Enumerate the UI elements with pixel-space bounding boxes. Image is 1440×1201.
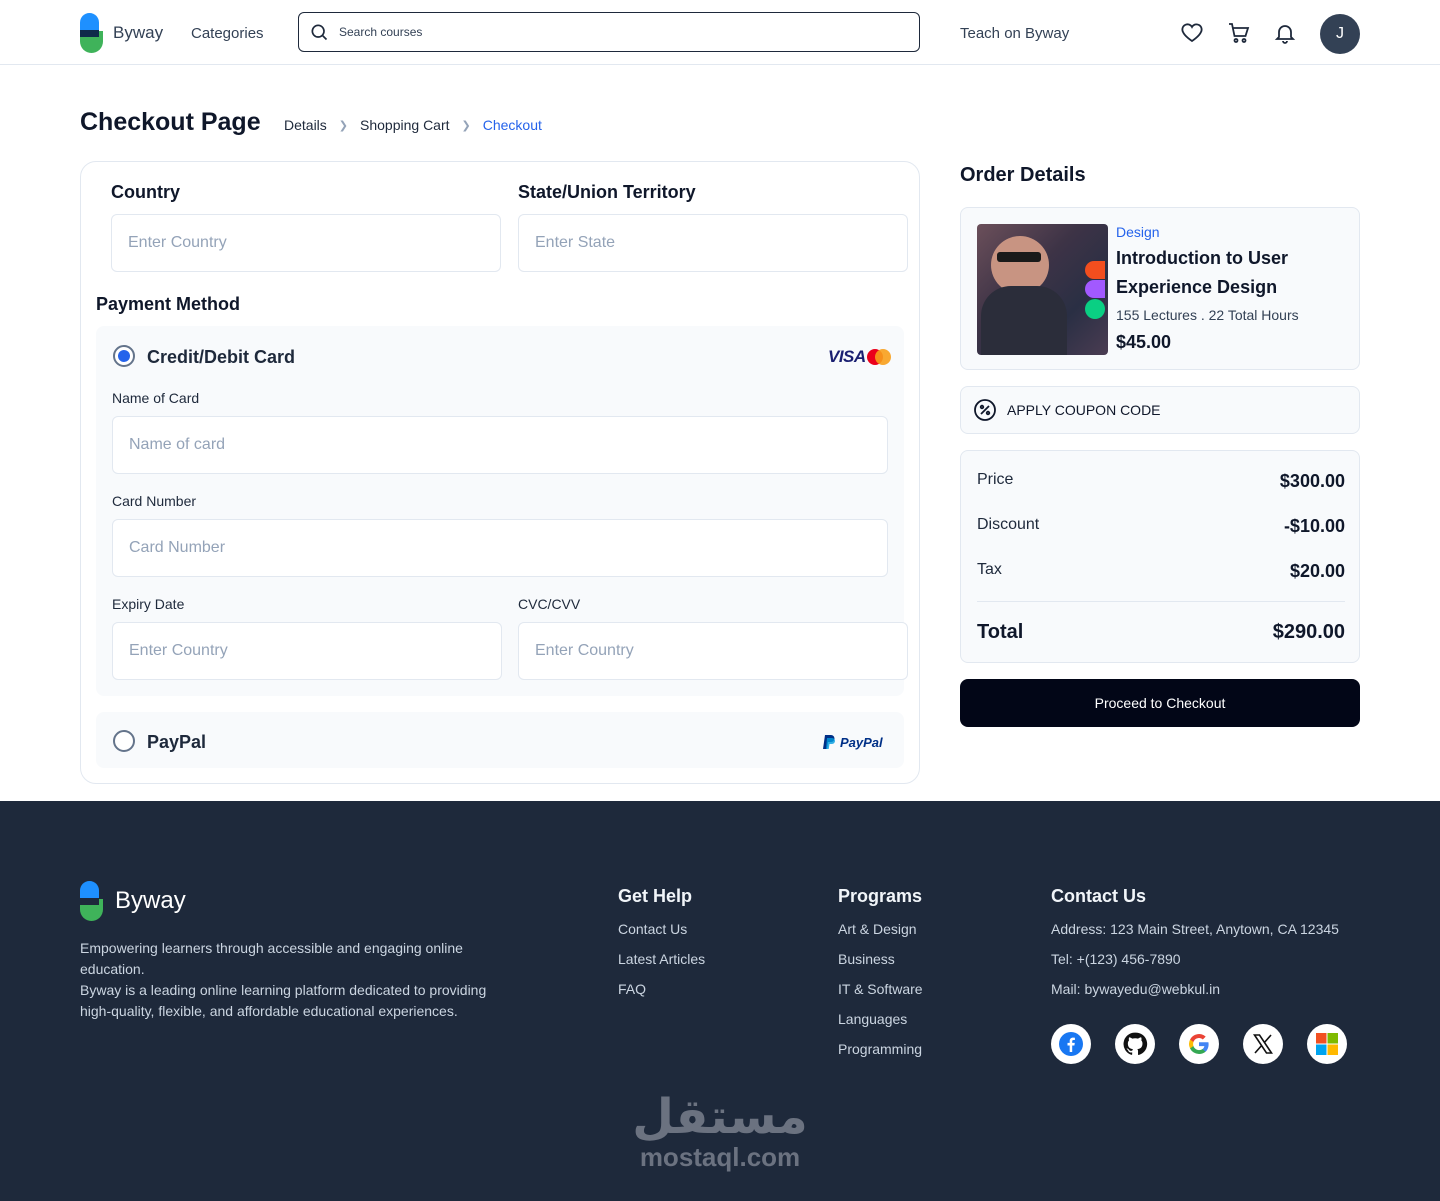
- chevron-right-icon: ❯: [461, 119, 471, 132]
- card-option-label: Credit/Debit Card: [147, 347, 296, 367]
- footer-link-programming[interactable]: Programming: [838, 1041, 922, 1057]
- summary-row-price: Price $300.00: [977, 471, 1345, 492]
- visa-logo-text: VISA: [828, 347, 866, 366]
- cvc-field[interactable]: [518, 622, 908, 680]
- state-label: State/Union Territory: [518, 182, 696, 202]
- summary-label: Discount: [977, 516, 1040, 533]
- heart-icon[interactable]: [1180, 21, 1204, 45]
- breadcrumb-details[interactable]: Details: [284, 117, 327, 133]
- summary-value: $20.00: [1289, 561, 1345, 581]
- brand-name: Byway: [113, 23, 164, 42]
- watermark-arabic: مستقل: [632, 1089, 808, 1145]
- summary-label: Price: [977, 471, 1014, 488]
- footer-description-line: Empowering learners through accessible a…: [80, 940, 463, 977]
- x-icon[interactable]: [1243, 1024, 1283, 1064]
- card-number-field[interactable]: [112, 519, 888, 577]
- price-summary: Price $300.00 Discount -$10.00 Tax $20.0…: [960, 450, 1360, 663]
- footer: Byway Empowering learners through access…: [0, 801, 1440, 1201]
- mastercard-icon: [866, 349, 891, 365]
- total-value: $290.00: [1272, 621, 1345, 643]
- cvc-label: CVC/CVV: [518, 596, 581, 612]
- expiry-date-field[interactable]: [112, 622, 502, 680]
- course-price: $45.00: [1116, 332, 1172, 352]
- visa-mastercard-icon: VISA: [828, 347, 892, 367]
- footer-link-languages[interactable]: Languages: [838, 1011, 907, 1027]
- paypal-logo-text: PayPal: [840, 734, 883, 750]
- google-icon[interactable]: [1179, 1024, 1219, 1064]
- discount-percent-icon: [974, 399, 996, 421]
- name-on-card-label: Name of Card: [112, 390, 200, 406]
- order-details-title: Order Details: [960, 164, 1086, 186]
- apply-coupon-button[interactable]: APPLY COUPON CODE: [960, 386, 1360, 434]
- programs-title: Programs: [838, 886, 923, 906]
- contact-address: Address: 123 Main Street, Anytown, CA 12…: [1051, 921, 1339, 937]
- state-field[interactable]: [518, 214, 908, 272]
- name-on-card-field[interactable]: [112, 416, 888, 474]
- search-icon: [311, 24, 328, 41]
- proceed-to-checkout-button[interactable]: Proceed to Checkout: [960, 679, 1360, 727]
- github-icon[interactable]: [1115, 1024, 1155, 1064]
- breadcrumb-shopping-cart[interactable]: Shopping Cart: [360, 117, 450, 133]
- summary-label: Tax: [977, 561, 1002, 578]
- cart-icon[interactable]: [1227, 21, 1251, 45]
- chevron-right-icon: ❯: [338, 119, 349, 132]
- footer-link-faq[interactable]: FAQ: [618, 981, 646, 997]
- card-radio[interactable]: [113, 345, 135, 367]
- top-nav-bar: Byway Categories Teach on Byway J: [0, 0, 1440, 65]
- byway-logo-icon: [80, 13, 103, 53]
- search-bar[interactable]: [298, 12, 920, 52]
- summary-row-tax: Tax $20.00: [977, 561, 1345, 582]
- contact-mail: Mail: bywayedu@webkul.in: [1051, 981, 1221, 997]
- teach-link[interactable]: Teach on Byway: [960, 25, 1069, 42]
- course-category[interactable]: Design: [1116, 224, 1160, 240]
- footer-description: Empowering learners through accessible a…: [80, 938, 510, 1022]
- categories-link[interactable]: Categories: [191, 25, 264, 42]
- breadcrumb-checkout[interactable]: Checkout: [483, 117, 542, 133]
- footer-link-it-software[interactable]: IT & Software: [838, 981, 923, 997]
- paypal-logo-icon: PayPal: [822, 734, 883, 750]
- footer-link-latest-articles[interactable]: Latest Articles: [618, 951, 705, 967]
- get-help-title: Get Help: [618, 886, 693, 906]
- summary-row-total: Total $290.00: [977, 621, 1345, 644]
- footer-brand-name: Byway: [115, 887, 186, 914]
- contact-tel: Tel: +(123) 456-7890: [1051, 951, 1181, 967]
- footer-link-contact-us[interactable]: Contact Us: [618, 921, 687, 937]
- summary-value: -$10.00: [1283, 516, 1345, 536]
- brand-logo[interactable]: Byway: [80, 13, 163, 53]
- course-title[interactable]: Introduction to User Experience Design: [1116, 244, 1346, 302]
- contact-us-title: Contact Us: [1051, 886, 1147, 906]
- facebook-icon[interactable]: [1051, 1024, 1091, 1064]
- bell-icon[interactable]: [1273, 21, 1297, 45]
- card-number-label: Card Number: [112, 493, 197, 509]
- paypal-option-label: PayPal: [147, 732, 207, 752]
- summary-divider: [977, 601, 1345, 602]
- paypal-payment-option[interactable]: [96, 712, 904, 768]
- paypal-p-icon: [823, 735, 835, 749]
- summary-value: $300.00: [1279, 471, 1345, 491]
- microsoft-icon[interactable]: [1307, 1024, 1347, 1064]
- country-field[interactable]: [111, 214, 501, 272]
- page-title: Checkout Page: [80, 108, 261, 136]
- search-input[interactable]: [339, 25, 899, 39]
- mostaql-watermark: مستقل mostaql.com: [632, 1091, 808, 1171]
- footer-link-art-design[interactable]: Art & Design: [838, 921, 917, 937]
- course-meta: 155 Lectures . 22 Total Hours: [1116, 307, 1299, 323]
- expiry-date-label: Expiry Date: [112, 596, 185, 612]
- coupon-label: APPLY COUPON CODE: [1007, 402, 1161, 418]
- payment-method-label: Payment Method: [96, 294, 241, 314]
- breadcrumb: Details ❯ Shopping Cart ❯ Checkout: [284, 117, 542, 133]
- footer-description-line: Byway is a leading online learning platf…: [80, 982, 487, 1019]
- footer-link-business[interactable]: Business: [838, 951, 895, 967]
- country-label: Country: [111, 182, 180, 202]
- user-avatar[interactable]: J: [1320, 14, 1360, 54]
- total-label: Total: [977, 621, 1024, 643]
- footer-brand-logo[interactable]: Byway: [80, 881, 186, 921]
- watermark-latin: mostaql.com: [639, 1142, 801, 1172]
- course-thumbnail: [977, 224, 1108, 355]
- byway-logo-icon: [80, 881, 103, 921]
- course-card: Design Introduction to User Experience D…: [960, 207, 1360, 370]
- summary-row-discount: Discount -$10.00: [977, 516, 1345, 537]
- paypal-radio[interactable]: [113, 730, 135, 752]
